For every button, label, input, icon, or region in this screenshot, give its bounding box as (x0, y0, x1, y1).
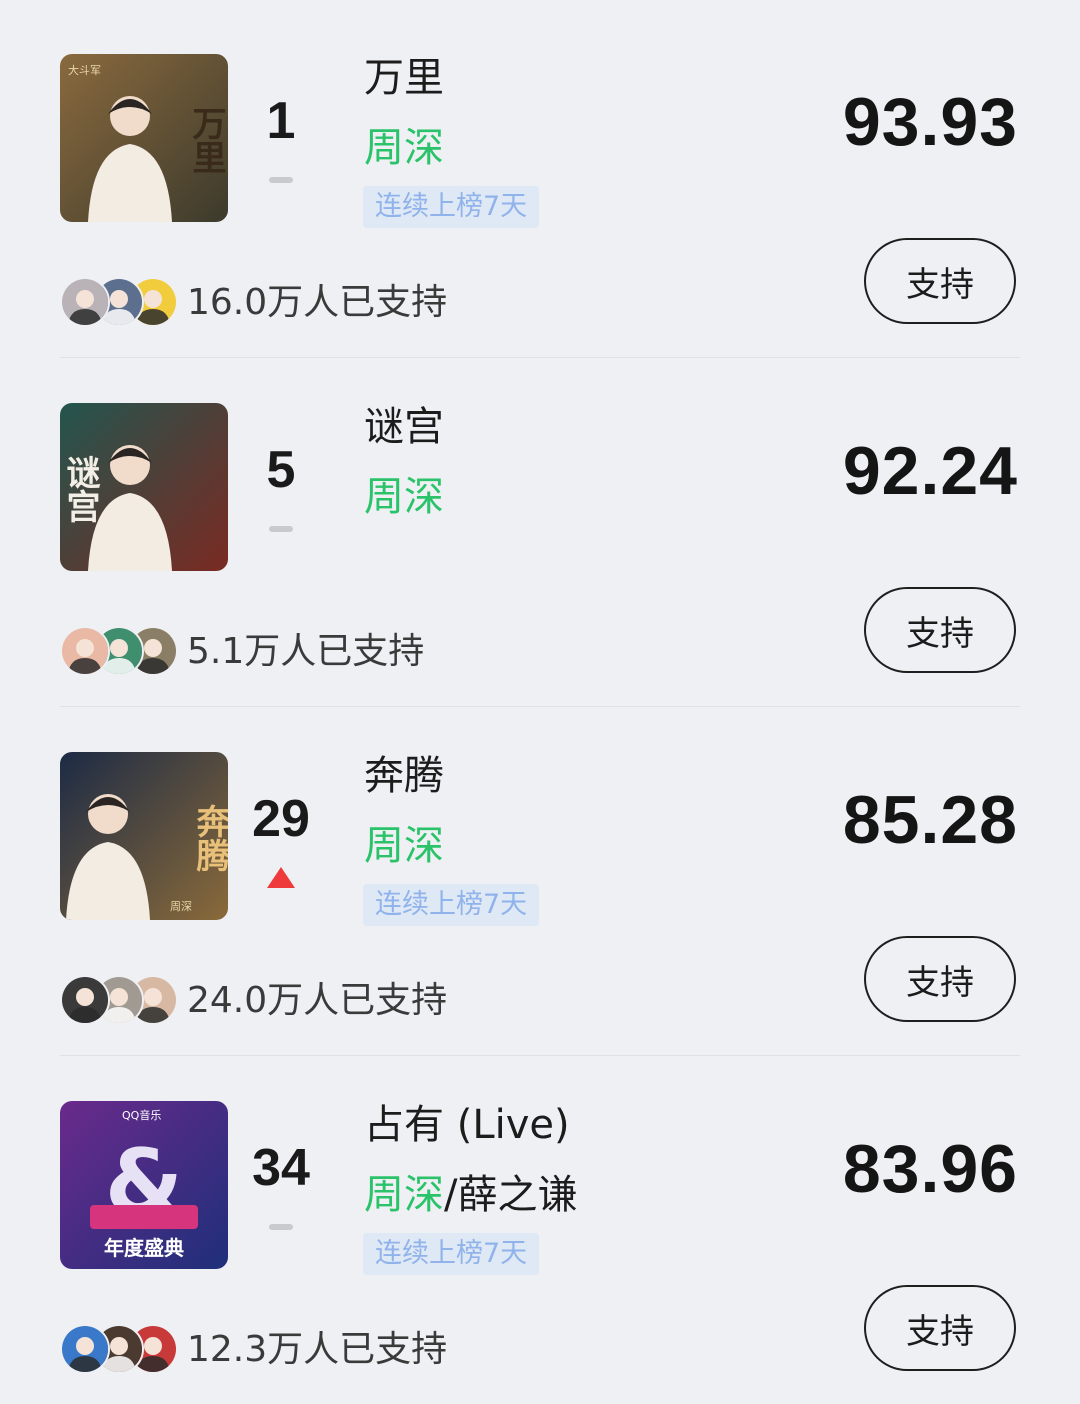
album-cover[interactable]: 谜宫 (60, 403, 228, 571)
supporter-avatars (60, 1324, 178, 1374)
rank-number: 29 (252, 790, 310, 848)
song-title[interactable]: 万里 (364, 52, 444, 104)
chart-entry[interactable]: & 年度盛典 QQ音乐 34 占有 (Live) 周深/薛之谦 连续上榜7天 83.… (0, 1047, 1080, 1396)
supporter-count: 12.3万人已支持 (187, 1329, 448, 1370)
song-title[interactable]: 占有 (Live) (364, 1099, 570, 1151)
artist-line[interactable]: 周深 (364, 820, 444, 872)
supporter-count: 24.0万人已支持 (187, 980, 448, 1021)
cover-title-text: 年度盛典 (104, 1236, 184, 1260)
artist-main[interactable]: 周深 (364, 125, 444, 171)
supporter-avatar (60, 1324, 110, 1374)
album-cover-art: 万里 大斗军 (60, 54, 228, 222)
cover-title-text: 万里 (186, 106, 226, 174)
chart-entry[interactable]: 奔腾 周深 29 奔腾 周深 连续上榜7天 85.28 支持 24.0万人已支持 (0, 698, 1080, 1056)
supporter-avatars (60, 626, 178, 676)
score-value: 85.28 (842, 782, 1018, 858)
cover-side-text: 大斗军 (68, 63, 101, 77)
cover-title-text: 谜宫 (60, 455, 100, 523)
artist-rest[interactable]: /薛之谦 (444, 1172, 577, 1218)
album-cover-art: 谜宫 (60, 403, 228, 571)
rank-number: 1 (266, 92, 296, 150)
supporter-avatars (60, 975, 178, 1025)
album-cover[interactable]: 奔腾周深 (60, 752, 228, 920)
supporter-count: 16.0万人已支持 (187, 282, 448, 323)
support-button[interactable]: 支持 (864, 238, 1016, 324)
song-title[interactable]: 奔腾 (364, 750, 444, 802)
album-cover[interactable]: 万里 大斗军 (60, 54, 228, 222)
support-button[interactable]: 支持 (864, 936, 1016, 1022)
artist-main[interactable]: 周深 (364, 474, 444, 520)
rank-number: 34 (252, 1139, 310, 1197)
cover-side-text: QQ音乐 (122, 1108, 161, 1122)
trend-flat-icon (269, 177, 293, 183)
chart-list: 万里 大斗军 1 万里 周深 连续上榜7天 93.93 支持 16.0万人已支持 … (0, 0, 1080, 1404)
trend-flat-icon (269, 526, 293, 532)
trend-up-icon (267, 867, 295, 888)
chart-entry[interactable]: 谜宫 5 谜宫 周深 92.24 支持 5.1万人已支持 (0, 349, 1080, 707)
supporter-avatar (60, 626, 110, 676)
support-button[interactable]: 支持 (864, 587, 1016, 673)
supporter-count: 5.1万人已支持 (187, 631, 425, 672)
album-cover-art: 奔腾周深 (60, 752, 228, 920)
trend-flat-icon (269, 1224, 293, 1230)
chart-entry[interactable]: 万里 大斗军 1 万里 周深 连续上榜7天 93.93 支持 16.0万人已支持 (0, 0, 1080, 358)
support-button[interactable]: 支持 (864, 1285, 1016, 1371)
cover-title-text: 奔腾 (190, 804, 228, 873)
streak-badge: 连续上榜7天 (363, 884, 540, 926)
cover-side-text: 周深 (170, 900, 192, 913)
album-cover-art: &年度盛典QQ音乐 (60, 1101, 228, 1269)
artist-line[interactable]: 周深 (364, 122, 444, 174)
streak-badge: 连续上榜7天 (363, 1233, 540, 1275)
score-value: 93.93 (842, 84, 1018, 160)
album-cover[interactable]: & 年度盛典 QQ音乐 (60, 1101, 228, 1269)
artist-line[interactable]: 周深/薛之谦 (364, 1169, 577, 1221)
rank-number: 5 (266, 441, 296, 499)
supporter-avatars (60, 277, 178, 327)
score-value: 83.96 (842, 1131, 1018, 1207)
supporter-avatar (60, 277, 110, 327)
streak-badge: 连续上榜7天 (363, 186, 540, 228)
artist-line[interactable]: 周深 (364, 471, 444, 523)
artist-main[interactable]: 周深 (364, 1172, 444, 1218)
artist-main[interactable]: 周深 (364, 823, 444, 869)
song-title[interactable]: 谜宫 (364, 401, 444, 453)
score-value: 92.24 (842, 433, 1018, 509)
supporter-avatar (60, 975, 110, 1025)
